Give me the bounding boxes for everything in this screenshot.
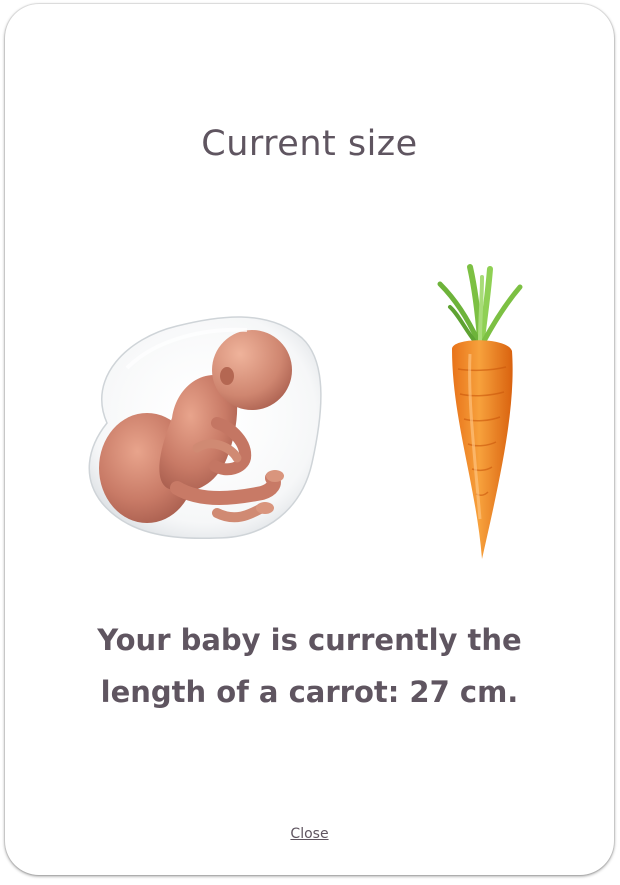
close-link[interactable]: Close — [5, 826, 614, 842]
size-comparison-text: Your baby is currently the length of a c… — [97, 623, 522, 709]
modal-title: Current size — [201, 124, 418, 164]
size-modal: Current size Your baby is currently the … — [5, 4, 614, 875]
carrot-illustration — [437, 264, 523, 559]
fetus-illustration — [88, 316, 322, 540]
size-comparison — [5, 254, 614, 574]
